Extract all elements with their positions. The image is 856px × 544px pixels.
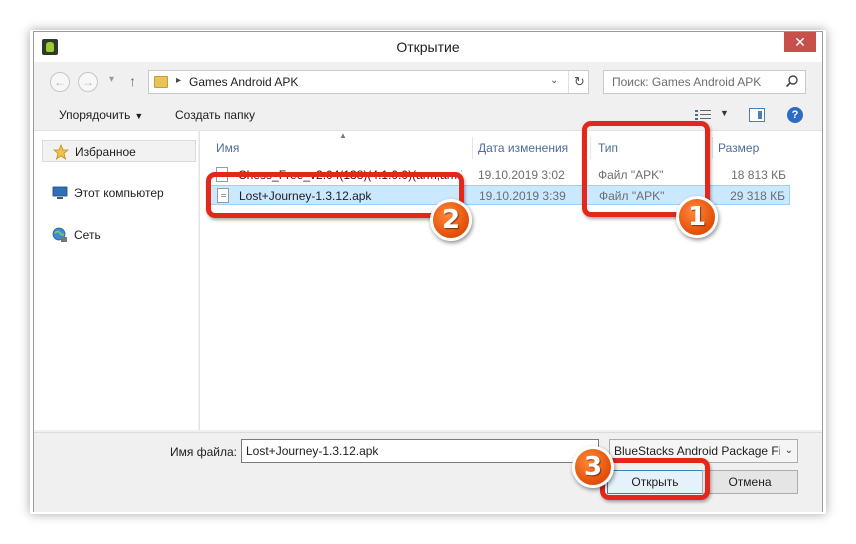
cancel-button[interactable]: Отмена xyxy=(702,470,798,494)
preview-pane-icon[interactable] xyxy=(749,108,765,122)
chevron-down-icon[interactable]: ⌄ xyxy=(785,445,793,456)
filename-input[interactable]: Lost+Journey-1.3.12.apk xyxy=(241,439,599,463)
column-header-date[interactable]: Дата изменения xyxy=(478,141,568,155)
filename-value[interactable]: Lost+Journey-1.3.12.apk xyxy=(246,444,378,458)
search-placeholder[interactable]: Поиск: Games Android APK xyxy=(612,75,761,89)
sort-ascending-icon: ▲ xyxy=(339,131,347,140)
star-icon xyxy=(53,144,69,160)
folder-icon xyxy=(154,76,168,88)
sidebar-item-label: Этот компьютер xyxy=(74,186,164,200)
view-options-icon[interactable] xyxy=(695,109,711,121)
open-button-highlight xyxy=(600,458,710,500)
organize-label: Упорядочить xyxy=(59,108,131,122)
close-button[interactable]: ✕ xyxy=(784,32,816,52)
help-icon[interactable]: ? xyxy=(787,107,803,123)
dialog-title: Открытие xyxy=(396,39,460,55)
sidebar-item-label: Избранное xyxy=(75,145,136,159)
forward-arrow-icon[interactable]: → xyxy=(78,72,98,92)
recent-locations-chevron-icon[interactable]: ▾ xyxy=(109,74,114,85)
step-badge-3: 3 xyxy=(572,446,614,488)
new-folder-button[interactable]: Создать папку xyxy=(175,108,255,122)
filetype-value[interactable]: BlueStacks Android Package Files xyxy=(614,444,780,458)
organize-menu-button[interactable]: Упорядочить ▼ xyxy=(59,108,143,122)
step-badge-1: 1 xyxy=(676,196,718,238)
file-date: 19.10.2019 3:02 xyxy=(478,168,565,182)
title-bar: Открытие ✕ xyxy=(34,32,822,62)
selected-file-highlight xyxy=(206,172,464,218)
navigation-pane: Избранное Этот компьютер Сеть xyxy=(34,130,198,430)
column-divider[interactable] xyxy=(472,137,473,159)
open-file-dialog: Открытие ✕ ← → ▾ ↑ ▸ Games Android APK ⌄… xyxy=(33,31,823,512)
search-icon[interactable] xyxy=(785,74,799,88)
step-badge-2: 2 xyxy=(430,199,472,241)
column-header-name[interactable]: Имя xyxy=(216,141,239,155)
computer-icon xyxy=(52,186,68,199)
breadcrumb-chevron-icon[interactable]: ▸ xyxy=(176,75,181,86)
column-header-size[interactable]: Размер xyxy=(718,141,759,155)
file-size: 29 318 КБ xyxy=(730,189,785,203)
sidebar-item-network[interactable]: Сеть xyxy=(42,224,196,246)
up-arrow-icon[interactable]: ↑ xyxy=(129,73,136,89)
sidebar-item-label: Сеть xyxy=(74,228,101,242)
view-dropdown-icon[interactable]: ▼ xyxy=(720,108,729,118)
refresh-icon[interactable]: ↻ xyxy=(568,71,590,93)
file-size: 18 813 КБ xyxy=(731,168,786,182)
navigation-bar: ← → ▾ ↑ ▸ Games Android APK ⌄ ↻ Поиск: G… xyxy=(34,68,822,96)
organize-caret-icon: ▼ xyxy=(134,111,144,121)
sidebar-item-this-pc[interactable]: Этот компьютер xyxy=(42,182,196,204)
back-arrow-icon[interactable]: ← xyxy=(50,72,70,92)
breadcrumb-games-android-apk[interactable]: Games Android APK xyxy=(189,75,298,89)
sidebar-item-favorites[interactable]: Избранное xyxy=(42,140,196,162)
search-box[interactable]: Поиск: Games Android APK xyxy=(603,70,806,94)
network-icon xyxy=(52,227,67,242)
column-divider[interactable] xyxy=(712,137,713,159)
filename-label: Имя файла: xyxy=(170,445,237,459)
file-date: 19.10.2019 3:39 xyxy=(479,189,566,203)
address-dropdown-icon[interactable]: ⌄ xyxy=(550,75,558,86)
address-bar[interactable]: ▸ Games Android APK ⌄ ↻ xyxy=(148,70,589,94)
